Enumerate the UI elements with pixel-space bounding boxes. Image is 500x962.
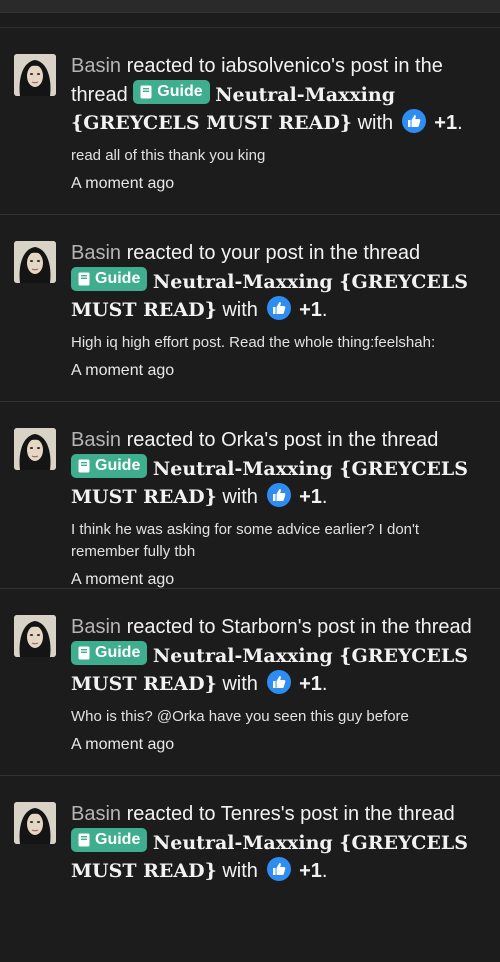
timestamp: A moment ago	[71, 362, 175, 379]
thumbs-up-icon	[266, 857, 291, 881]
user-avatar[interactable]	[14, 241, 56, 283]
reaction-count: +1	[434, 112, 458, 134]
username-link[interactable]: Basin	[71, 55, 121, 77]
guide-badge[interactable]: Guide	[71, 454, 148, 478]
badge-label: Guide	[95, 457, 141, 474]
alert-action: reacted to Orka's post in the thread	[126, 429, 439, 451]
alert-action: reacted to Tenres's post in the thread	[126, 803, 455, 825]
post-snippet: High iq high effort post. Read the whole…	[71, 334, 436, 351]
alert-content: Basin reacted to Starborn's post in the …	[71, 613, 480, 756]
alert-action: reacted to your post in the thread	[126, 242, 421, 264]
thumbs-up-icon	[266, 296, 291, 320]
post-snippet: Who is this? @Orka have you seen this gu…	[71, 708, 409, 725]
alert-headline: Basin reacted to Tenres's post in the th…	[71, 803, 468, 882]
alert-item[interactable]: Basin reacted to your post in the thread…	[0, 214, 500, 401]
with-text: with	[222, 673, 258, 695]
top-bar	[0, 0, 500, 13]
alert-headline: Basin reacted to Orka's post in the thre…	[71, 429, 468, 508]
username-link[interactable]: Basin	[71, 429, 121, 451]
alert-content: Basin reacted to Tenres's post in the th…	[71, 800, 480, 893]
timestamp: A moment ago	[71, 736, 175, 753]
thumbs-up-icon	[266, 483, 291, 507]
with-text: with	[222, 486, 258, 508]
alert-action: reacted to Starborn's post in the thread	[126, 616, 472, 638]
reaction-count: +1	[299, 673, 322, 695]
alert-content: Basin reacted to Orka's post in the thre…	[71, 426, 480, 591]
alert-headline: Basin reacted to Starborn's post in the …	[71, 616, 472, 695]
user-avatar[interactable]	[14, 428, 56, 470]
post-snippet: read all of this thank you king	[71, 147, 266, 164]
alert-headline: Basin reacted to iabsolvenico's post in …	[71, 55, 463, 134]
alert-item[interactable]: Basin reacted to Starborn's post in the …	[0, 588, 500, 775]
user-avatar[interactable]	[14, 615, 56, 657]
alert-item[interactable]: Basin reacted to iabsolvenico's post in …	[0, 27, 500, 214]
guide-badge[interactable]: Guide	[133, 80, 210, 104]
with-text: with	[222, 299, 258, 321]
badge-label: Guide	[95, 270, 141, 287]
book-icon	[78, 833, 90, 847]
reaction-count: +1	[299, 299, 322, 321]
badge-label: Guide	[157, 83, 203, 100]
timestamp: A moment ago	[71, 175, 175, 192]
alerts-feed: Basin reacted to iabsolvenico's post in …	[0, 27, 500, 962]
badge-label: Guide	[95, 831, 141, 848]
thumbs-up-icon	[401, 109, 426, 133]
thumbs-up-icon	[266, 670, 291, 694]
book-icon	[78, 272, 90, 286]
user-avatar[interactable]	[14, 802, 56, 844]
reaction-count: +1	[299, 860, 322, 882]
alert-item[interactable]: Basin reacted to Orka's post in the thre…	[0, 401, 500, 588]
with-text: with	[222, 860, 258, 882]
book-icon	[140, 85, 152, 99]
post-snippet: I think he was asking for some advice ea…	[71, 521, 420, 560]
alert-content: Basin reacted to iabsolvenico's post in …	[71, 52, 480, 195]
with-text: with	[357, 112, 394, 134]
badge-label: Guide	[95, 644, 141, 661]
book-icon	[78, 646, 90, 660]
alert-content: Basin reacted to your post in the thread…	[71, 239, 480, 382]
guide-badge[interactable]: Guide	[71, 828, 148, 852]
username-link[interactable]: Basin	[71, 616, 121, 638]
alert-item[interactable]: Basin reacted to Tenres's post in the th…	[0, 775, 500, 962]
reaction-count: +1	[299, 486, 322, 508]
guide-badge[interactable]: Guide	[71, 267, 148, 291]
guide-badge[interactable]: Guide	[71, 641, 148, 665]
username-link[interactable]: Basin	[71, 242, 121, 264]
user-avatar[interactable]	[14, 54, 56, 96]
username-link[interactable]: Basin	[71, 803, 121, 825]
alert-headline: Basin reacted to your post in the thread…	[71, 242, 468, 321]
book-icon	[78, 459, 90, 473]
